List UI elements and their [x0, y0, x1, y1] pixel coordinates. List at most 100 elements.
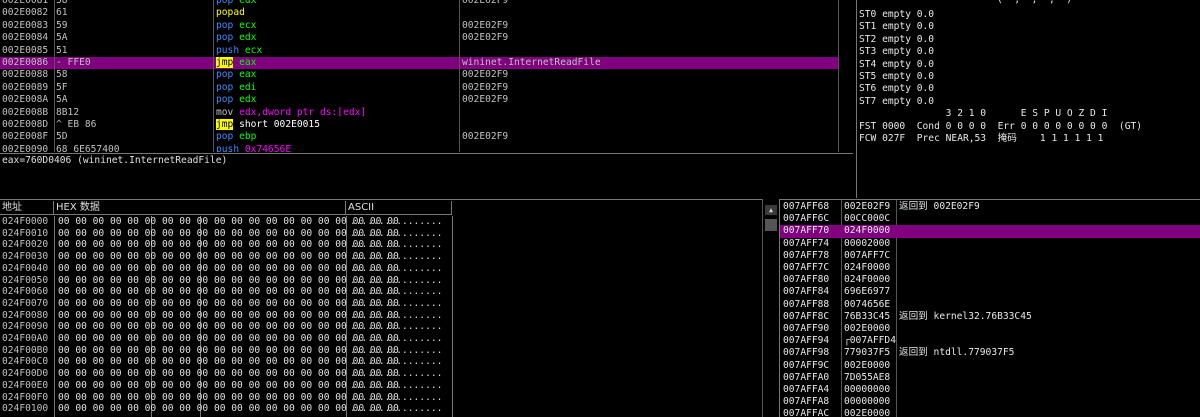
disasm-row[interactable]: 002E0088 58 pop eax 002E02F9 — [0, 69, 838, 81]
dump-hex-bytes: 00 00 00 00 00 00 00 00 00 00 00 00 00 0… — [58, 216, 399, 227]
disasm-mnemonic: mov — [216, 106, 234, 118]
dump-ascii: ................ — [350, 286, 443, 298]
fpu-register-line[interactable]: ST4 empty 0.0 — [859, 59, 934, 71]
dump-header-ascii[interactable]: ASCII — [346, 201, 452, 214]
stack-address: 007AFF88 — [783, 298, 830, 310]
disasm-comment: 002E02F9 — [462, 131, 509, 143]
dump-row[interactable]: 024F0020 00 00 00 00 00 00 00 00 00 00 00… — [0, 239, 452, 251]
stack-pane[interactable]: 007AFF68 002E02F9 返回到 002E02F9 007AFF6C 00CC… — [779, 199, 1200, 417]
fpu-register-line[interactable]: ST0 empty 0.0 — [859, 9, 934, 21]
disasm-row[interactable]: 002E0085 51 push ecx — [0, 45, 838, 57]
disasm-address: 002E008A — [2, 94, 49, 106]
disasm-row[interactable]: 002E0081 58 pop edx 002E02F9 — [0, 0, 838, 7]
stack-row[interactable]: 007AFF7C 024F0000 — [780, 262, 1200, 274]
stack-row[interactable]: 007AFF8C 76B33C45 返回到 kernel32.76B33C45 — [780, 311, 1200, 323]
stack-row[interactable]: 007AFFA8 00000000 — [780, 396, 1200, 408]
fpu-register-line[interactable]: ST3 empty 0.0 — [859, 46, 934, 58]
disasm-comment: wininet.InternetReadFile — [462, 57, 601, 68]
fpu-register-line[interactable]: FCW 027F Prec NEAR,53 掩码 1 1 1 1 1 1 — [859, 133, 1103, 145]
dump-hex-bytes: 00 00 00 00 00 00 00 00 00 00 00 00 00 0… — [58, 391, 399, 403]
fpu-register-line[interactable]: ST7 empty 0.0 — [859, 96, 934, 108]
dump-row[interactable]: 024F0030 00 00 00 00 00 00 00 00 00 00 00… — [0, 251, 452, 263]
stack-row[interactable]: 007AFF68 002E02F9 返回到 002E02F9 — [780, 201, 1200, 213]
disasm-mnemonic: jmp — [216, 119, 234, 130]
stack-value: 00CC000C — [844, 213, 891, 225]
scroll-up-button[interactable]: ▲ — [765, 205, 777, 215]
dump-row[interactable]: 024F0000 00 00 00 00 00 00 00 00 00 00 00… — [0, 216, 452, 228]
disassembly-pane[interactable]: 002E0081 58 pop edx 002E02F9 002E0082 61 popad… — [0, 0, 853, 152]
stack-row[interactable]: 007AFF90 002E0000 — [780, 323, 1200, 335]
dump-scrollbar[interactable]: ▲ — [762, 199, 778, 417]
dump-address: 024F0030 — [2, 251, 49, 263]
dump-row[interactable]: 024F00F0 00 00 00 00 00 00 00 00 00 00 00… — [0, 392, 452, 404]
stack-row[interactable]: 007AFFA4 00000000 — [780, 384, 1200, 396]
dump-header-address[interactable]: 地址 — [0, 201, 54, 214]
dump-row[interactable]: 024F00A0 00 00 00 00 00 00 00 00 00 00 00… — [0, 333, 452, 345]
dump-hex-bytes: 00 00 00 00 00 00 00 00 00 00 00 00 00 0… — [58, 368, 399, 380]
disasm-row[interactable]: 002E0082 61 popad — [0, 7, 838, 19]
stack-row[interactable]: 007AFF6C 00CC000C — [780, 213, 1200, 225]
dump-row[interactable]: 024F0040 00 00 00 00 00 00 00 00 00 00 00… — [0, 263, 452, 275]
registers-pane[interactable]: ( , , , ) ST0 empty 0.0ST1 empty 0.0ST2 e… — [856, 0, 1200, 198]
stack-row[interactable]: 007AFFAC 002E0000 — [780, 408, 1200, 417]
disasm-row[interactable]: 002E0090 68 6E657400 push 0x74656E — [0, 144, 838, 152]
disasm-operands: ecx — [239, 19, 257, 31]
dump-row[interactable]: 024F00B0 00 00 00 00 00 00 00 00 00 00 00… — [0, 345, 452, 357]
stack-row[interactable]: 007AFF98 779037F5 返回到 ntdll.779037F5 — [780, 347, 1200, 359]
stack-row[interactable]: 007AFF84 696E6977 — [780, 286, 1200, 298]
stack-row[interactable]: 007AFF74 00002000 — [780, 238, 1200, 250]
disasm-operands: ebp — [239, 131, 257, 143]
column-divider — [459, 0, 460, 152]
disasm-mnemonic: pop — [216, 131, 234, 143]
disasm-row[interactable]: 002E008A 5A pop edx 002E02F9 — [0, 94, 838, 106]
dump-ascii: ................ — [350, 344, 443, 356]
disasm-row[interactable]: 002E0084 5A pop edx 002E02F9 — [0, 32, 838, 44]
dump-row[interactable]: 024F0010 00 00 00 00 00 00 00 00 00 00 00… — [0, 228, 452, 240]
dump-row[interactable]: 024F0100 00 00 00 00 00 00 00 00 00 00 00… — [0, 403, 452, 415]
stack-row[interactable]: 007AFF88 0074656E — [780, 299, 1200, 311]
dump-header-hex[interactable]: HEX 数据 — [54, 201, 346, 214]
stack-row[interactable]: 007AFF70 024F0000 — [780, 225, 1200, 238]
disasm-row[interactable]: 002E008B 8B12 mov edx,dword ptr ds:[edx] — [0, 107, 838, 119]
dump-row[interactable]: 024F00E0 00 00 00 00 00 00 00 00 00 00 00… — [0, 380, 452, 392]
memory-dump-pane[interactable]: 地址 HEX 数据 ASCII 024F0000 00 00 00 00 00 0… — [0, 199, 778, 417]
stack-value: 779037F5 — [844, 347, 891, 359]
stack-row[interactable]: 007AFF9C 002E0000 — [780, 360, 1200, 372]
disasm-instruction: jmp eax — [216, 57, 460, 69]
fpu-register-line[interactable]: ST1 empty 0.0 — [859, 21, 934, 33]
stack-value: 024F0000 — [844, 262, 891, 273]
scroll-thumb[interactable] — [765, 219, 777, 231]
dump-row[interactable]: 024F0050 00 00 00 00 00 00 00 00 00 00 00… — [0, 275, 452, 287]
disasm-row[interactable]: 002E0089 5F pop edi 002E02F9 — [0, 82, 838, 94]
stack-value: 00002000 — [844, 237, 891, 249]
stack-row[interactable]: 007AFF94 ┌007AFFD4 — [780, 335, 1200, 347]
fpu-register-line[interactable]: ST6 empty 0.0 — [859, 83, 934, 95]
stack-row[interactable]: 007AFF78 007AFF7C — [780, 250, 1200, 262]
stack-value: 002E0000 — [844, 359, 891, 371]
fpu-register-line[interactable]: FST 0000 Cond 0 0 0 0 Err 0 0 0 0 0 0 0 … — [859, 121, 1142, 133]
dump-row[interactable]: 024F0080 00 00 00 00 00 00 00 00 00 00 00… — [0, 310, 452, 322]
dump-row[interactable]: 024F0060 00 00 00 00 00 00 00 00 00 00 00… — [0, 286, 452, 298]
stack-row[interactable]: 007AFF80 024F0000 — [780, 274, 1200, 286]
column-divider — [452, 216, 453, 417]
stack-value: 00000000 — [844, 396, 891, 408]
dump-row[interactable]: 024F00C0 00 00 00 00 00 00 00 00 00 00 00… — [0, 356, 452, 368]
fpu-register-line[interactable]: ST5 empty 0.0 — [859, 71, 934, 83]
dump-row[interactable]: 024F0090 00 00 00 00 00 00 00 00 00 00 00… — [0, 321, 452, 333]
disasm-address: 002E0090 — [2, 143, 49, 152]
stack-row[interactable]: 007AFFA0 7D055AE8 — [780, 372, 1200, 384]
stack-address: 007AFF94 — [783, 335, 830, 347]
disasm-row[interactable]: 002E008F 5D pop ebp 002E02F9 — [0, 131, 838, 143]
disasm-hex: 58 — [56, 69, 68, 81]
dump-row[interactable]: 024F0070 00 00 00 00 00 00 00 00 00 00 00… — [0, 298, 452, 310]
disasm-row[interactable]: 002E0083 59 pop ecx 002E02F9 — [0, 20, 838, 32]
dump-ascii: ................ — [350, 321, 443, 333]
dump-row[interactable]: 024F00D0 00 00 00 00 00 00 00 00 00 00 00… — [0, 368, 452, 380]
disasm-row[interactable]: 002E008D ^ EB 86 jmp short 002E0015 — [0, 119, 838, 131]
disasm-hex: 5D — [56, 131, 68, 143]
dump-ascii: ................ — [350, 379, 443, 391]
fpu-register-line[interactable]: 3 2 1 0 E S P U O Z D I — [859, 108, 1108, 120]
disasm-row[interactable]: 002E0086- FFE0 jmp eax wininet.InternetRea… — [0, 57, 838, 70]
fpu-register-line[interactable]: ST2 empty 0.0 — [859, 34, 934, 46]
stack-address: 007AFF6C — [783, 213, 830, 225]
